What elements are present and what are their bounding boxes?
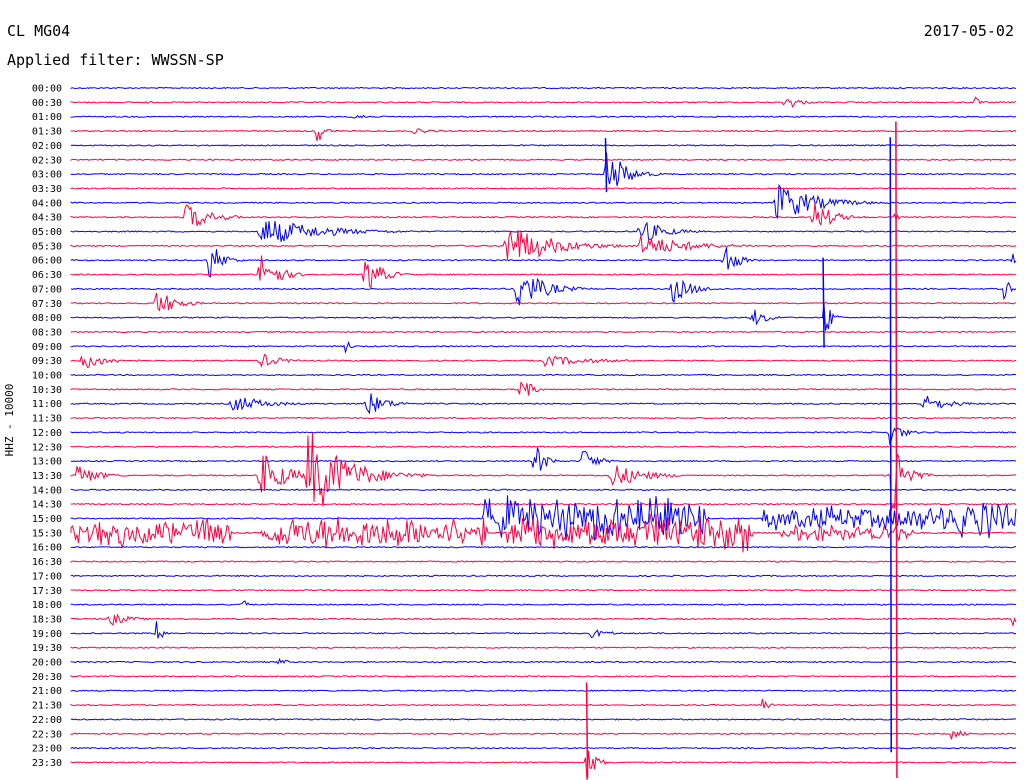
trace-line <box>70 613 1017 628</box>
row-tick-label: 00:30 <box>32 98 62 109</box>
row-tick-label: 03:30 <box>32 184 62 195</box>
row-tick-label: 18:30 <box>32 614 62 625</box>
trace-line <box>70 330 1017 334</box>
row-tick-label: 15:00 <box>32 514 62 525</box>
row-tick-label: 19:00 <box>32 629 62 640</box>
trace-line <box>70 502 1017 506</box>
trace-line <box>70 674 1017 678</box>
trace-line <box>70 393 1017 415</box>
trace-line <box>70 574 1017 578</box>
row-tick-label: 16:30 <box>32 557 62 568</box>
row-tick-label: 15:30 <box>32 528 62 539</box>
trace-line <box>70 187 1017 190</box>
trace-line <box>70 86 1016 90</box>
row-tick-label: 06:30 <box>32 270 62 281</box>
trace-line <box>70 183 1017 220</box>
trace-line <box>70 128 1017 141</box>
row-tick-label: 23:30 <box>32 758 62 769</box>
row-tick-label: 08:00 <box>32 313 62 324</box>
trace-line <box>70 427 1017 446</box>
trace-line <box>70 202 1017 227</box>
row-tick-label: 09:00 <box>32 342 62 353</box>
trace-line <box>70 277 1017 306</box>
row-tick-label: 10:30 <box>32 385 62 396</box>
trace-line <box>70 416 1016 420</box>
row-tick-label: 11:30 <box>32 414 62 425</box>
row-tick-label: 03:00 <box>32 170 62 181</box>
trace-line <box>70 292 1017 312</box>
row-tick-label: 17:00 <box>32 571 62 582</box>
row-tick-label: 06:00 <box>32 256 62 267</box>
row-tick-label: 10:00 <box>32 371 62 382</box>
row-tick-label: 08:30 <box>32 327 62 338</box>
row-tick-label: 19:30 <box>32 643 62 654</box>
row-tick-label: 12:00 <box>32 428 62 439</box>
row-tick-label: 14:30 <box>32 500 62 511</box>
spike-mark <box>889 137 892 753</box>
row-tick-label: 13:00 <box>32 457 62 468</box>
row-tick-label: 05:30 <box>32 241 62 252</box>
trace-line <box>70 445 1017 448</box>
trace-line <box>70 353 1017 369</box>
trace-line <box>70 746 1017 750</box>
spike-mark <box>604 138 608 193</box>
row-tick-label: 20:30 <box>32 672 62 683</box>
trace-line <box>70 447 1017 471</box>
trace-line <box>70 600 1017 606</box>
trace-line <box>70 560 1017 563</box>
row-tick-label: 22:30 <box>32 729 62 740</box>
row-tick-label: 02:00 <box>32 141 62 152</box>
row-tick-label: 13:30 <box>32 471 62 482</box>
row-tick-label: 02:30 <box>32 155 62 166</box>
trace-line <box>70 432 1017 510</box>
row-tick-label: 16:00 <box>32 543 62 554</box>
row-tick-label: 07:00 <box>32 284 62 295</box>
trace-line <box>70 220 1017 242</box>
spike-mark <box>895 121 898 779</box>
row-tick-label: 11:00 <box>32 399 62 410</box>
row-tick-label: 20:00 <box>32 658 62 669</box>
row-tick-label: 21:30 <box>32 701 62 712</box>
row-tick-label: 14:00 <box>32 485 62 496</box>
trace-line <box>70 488 1017 492</box>
row-tick-label: 01:00 <box>32 112 62 123</box>
row-tick-label: 18:00 <box>32 600 62 611</box>
trace-line <box>70 545 1017 549</box>
trace-line <box>70 144 1016 147</box>
trace-line <box>70 718 1017 721</box>
trace-line <box>70 750 1017 780</box>
trace-line <box>70 247 1017 278</box>
row-tick-label: 17:30 <box>32 586 62 597</box>
trace-line <box>70 621 1017 639</box>
spike-mark <box>822 257 825 348</box>
trace-line <box>70 657 1016 665</box>
row-tick-label: 23:00 <box>32 744 62 755</box>
row-tick-label: 09:30 <box>32 356 62 367</box>
trace-line <box>70 152 1017 187</box>
trace-line <box>70 158 1017 161</box>
trace-line <box>70 302 1017 331</box>
spike-mark <box>585 682 589 779</box>
row-tick-label: 04:30 <box>32 213 62 224</box>
row-tick-label: 05:00 <box>32 227 62 238</box>
row-tick-label: 00:00 <box>32 84 62 95</box>
trace-line <box>70 381 1017 396</box>
trace-line <box>70 689 1017 692</box>
row-tick-label: 21:00 <box>32 686 62 697</box>
row-tick-label: 04:00 <box>32 198 62 209</box>
row-tick-label: 22:00 <box>32 715 62 726</box>
row-tick-label: 07:30 <box>32 299 62 310</box>
row-tick-label: 12:30 <box>32 442 62 453</box>
row-tick-label: 01:30 <box>32 127 62 138</box>
trace-line <box>70 340 1017 354</box>
trace-line <box>70 698 1017 709</box>
trace-line <box>70 96 1017 108</box>
trace-line <box>70 589 1017 592</box>
trace-line <box>70 373 1017 377</box>
trace-line <box>70 495 1017 541</box>
trace-line <box>70 114 1016 119</box>
trace-line <box>70 646 1016 649</box>
trace-line <box>70 730 1017 740</box>
helicorder-plot: 00:00 00:30 01:00 01:30 02:00 02:30 03:00 03:30… <box>32 84 1017 780</box>
